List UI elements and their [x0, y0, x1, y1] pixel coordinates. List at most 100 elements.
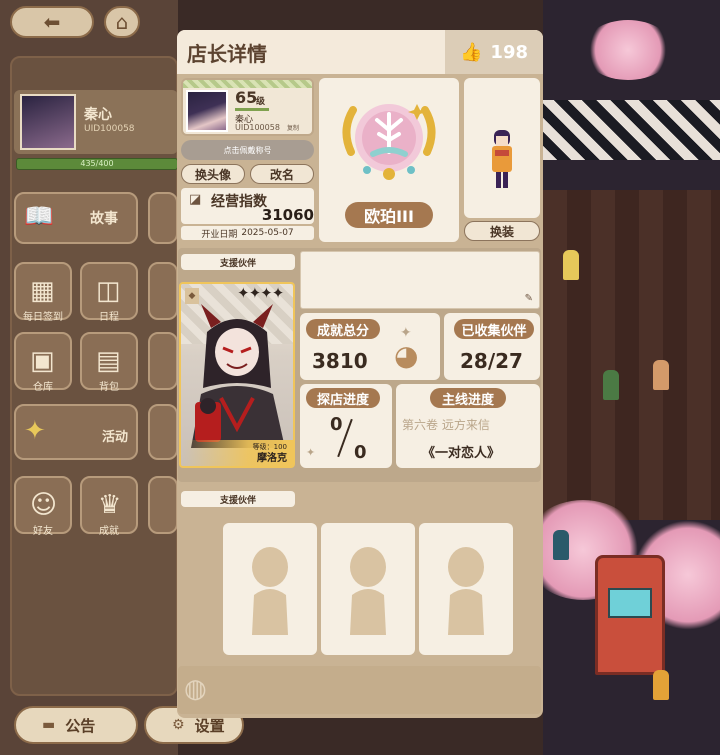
profile-card-strip	[183, 80, 312, 88]
partial-tile[interactable]	[148, 262, 178, 320]
cat-friends-icon: ☺	[30, 490, 58, 520]
mainline-title: 《一对恋人》	[422, 446, 501, 461]
story-book-icon: 📖	[24, 202, 54, 230]
user-uid: UID100058	[84, 124, 135, 134]
empty-slot-silhouette-icon	[350, 547, 386, 635]
partial-tile[interactable]	[148, 332, 178, 390]
coffee-bean-icon: ◕	[394, 339, 419, 372]
schedule-label: 日程	[99, 312, 119, 323]
scene-character	[553, 530, 569, 560]
mainline-chapter: 第六卷 远方来信	[402, 418, 490, 432]
partial-tile[interactable]	[148, 404, 178, 460]
modal-title: 店长详情	[187, 42, 267, 66]
profile-uid: UID100058	[235, 123, 280, 132]
arrow-left-icon: ⬅	[43, 10, 61, 34]
collected-partners-card: 已收集伙伴 28/27	[444, 313, 540, 380]
back-button[interactable]: ⬅	[10, 6, 94, 38]
partial-tile[interactable]	[148, 192, 178, 244]
rank-badge-icon	[342, 104, 436, 180]
user-name: 秦心	[84, 107, 112, 123]
empty-slot-silhouette-icon	[448, 547, 484, 635]
schedule-icon: ◫	[96, 276, 121, 306]
signature-box[interactable]: ✎	[300, 251, 540, 309]
backpack-label: 背包	[99, 382, 119, 393]
xp-bar: 435/400	[16, 158, 178, 170]
explore-progress-total: 0	[354, 442, 367, 463]
level-number: 65	[235, 88, 258, 107]
shop-owner-detail-modal: 店长详情 👍 198 65 级 秦心 UID100058 复制 点击佩戴称号 换…	[177, 30, 543, 718]
activity-tile[interactable]: ✦ 活动	[14, 404, 138, 460]
partner-card[interactable]: ◆ ✦✦✦✦ 等级：100 摩洛克	[179, 282, 295, 468]
support-partner-tag-2: 支援伙伴	[181, 491, 295, 507]
business-index-label: 经营指数	[211, 194, 267, 210]
copy-uid-button[interactable]: 复制	[287, 123, 299, 132]
achievement-label: 成就	[99, 526, 119, 537]
coffee-bean-icon: ◍	[184, 674, 207, 704]
scene-vending-machine	[595, 555, 665, 675]
explore-progress-label: 探店进度	[306, 388, 380, 408]
like-button[interactable]: 👍 198	[445, 30, 543, 74]
friends-label: 好友	[33, 526, 53, 537]
support-slot-1[interactable]	[223, 523, 317, 655]
wear-title-button[interactable]: 点击佩戴称号	[181, 140, 314, 160]
character-sprite	[492, 130, 512, 188]
scene-blossom	[583, 20, 673, 80]
thumbs-up-icon: 👍	[460, 41, 483, 63]
trophy-icon: ♛	[98, 490, 122, 520]
bar-chart-icon: ◪	[189, 192, 202, 207]
scene-character	[653, 360, 669, 390]
outfit-preview-card	[464, 78, 540, 218]
like-count: 198	[490, 41, 528, 63]
explore-progress-current: 0	[330, 414, 343, 435]
backpack-icon: ▤	[96, 346, 121, 376]
warehouse-label: 仓库	[33, 382, 53, 393]
rank-card: 欧珀III	[319, 78, 459, 242]
open-date-label: 开业日期	[201, 229, 238, 240]
level-unit: 级	[256, 97, 266, 107]
gear-icon: ⚙	[172, 717, 185, 733]
support-slot-3[interactable]	[419, 523, 513, 655]
business-index-card: ◪ 经营指数 31060	[181, 188, 314, 224]
partial-tile[interactable]	[148, 476, 178, 534]
modal-header: 店长详情 👍 198	[177, 30, 543, 74]
background-game-scene	[543, 0, 720, 755]
background-user-card: 秦心 UID100058	[14, 90, 178, 154]
calendar-icon: ▦	[30, 276, 55, 306]
business-index-value: 31060	[261, 206, 314, 224]
avatar	[20, 94, 76, 150]
activity-label: 活动	[102, 430, 129, 445]
announcement-button[interactable]: ▬ 公告	[14, 706, 138, 744]
open-date-bar: 开业日期 2025-05-07	[181, 226, 314, 240]
scene-character	[653, 670, 669, 700]
support-slot-2[interactable]	[321, 523, 415, 655]
announcement-label: 公告	[65, 716, 96, 735]
scene-character	[603, 370, 619, 400]
achievement-score-card: 成就总分 3810 ✦ ◕	[300, 313, 440, 380]
modal-footer: ◍	[178, 666, 541, 714]
change-outfit-button[interactable]: 换装	[464, 221, 540, 241]
story-label: 故事	[90, 211, 118, 227]
empty-slot-silhouette-icon	[252, 547, 288, 635]
activity-icon: ✦	[24, 416, 46, 446]
collected-partners-value: 28/27	[460, 349, 523, 373]
mainline-progress-label: 主线进度	[430, 388, 506, 408]
support-partner-tag: 支援伙伴	[181, 254, 295, 270]
story-tile[interactable]: 📖 故事	[14, 192, 138, 244]
open-date-value: 2025-05-07	[241, 228, 294, 238]
avatar[interactable]	[186, 90, 228, 132]
scene-stripe	[543, 100, 720, 160]
mainline-progress-card: 主线进度 第六卷 远方来信 《一对恋人》	[396, 384, 540, 468]
edit-pen-icon[interactable]: ✎	[525, 293, 533, 304]
achievement-score-label: 成就总分	[306, 319, 380, 339]
daily-checkin-label: 每日签到	[23, 312, 63, 323]
briefcase-icon: ▬	[42, 717, 56, 733]
rank-name: 欧珀III	[345, 202, 433, 228]
home-button[interactable]: ⌂	[104, 6, 140, 38]
partner-portrait	[191, 304, 285, 448]
warehouse-icon: ▣	[30, 346, 55, 376]
explore-progress-card: 探店进度 0 0 ✦	[300, 384, 392, 468]
rename-button[interactable]: 改名	[250, 164, 314, 184]
scene-floor	[543, 190, 720, 520]
change-avatar-button[interactable]: 换头像	[181, 164, 245, 184]
home-icon: ⌂	[115, 10, 129, 34]
